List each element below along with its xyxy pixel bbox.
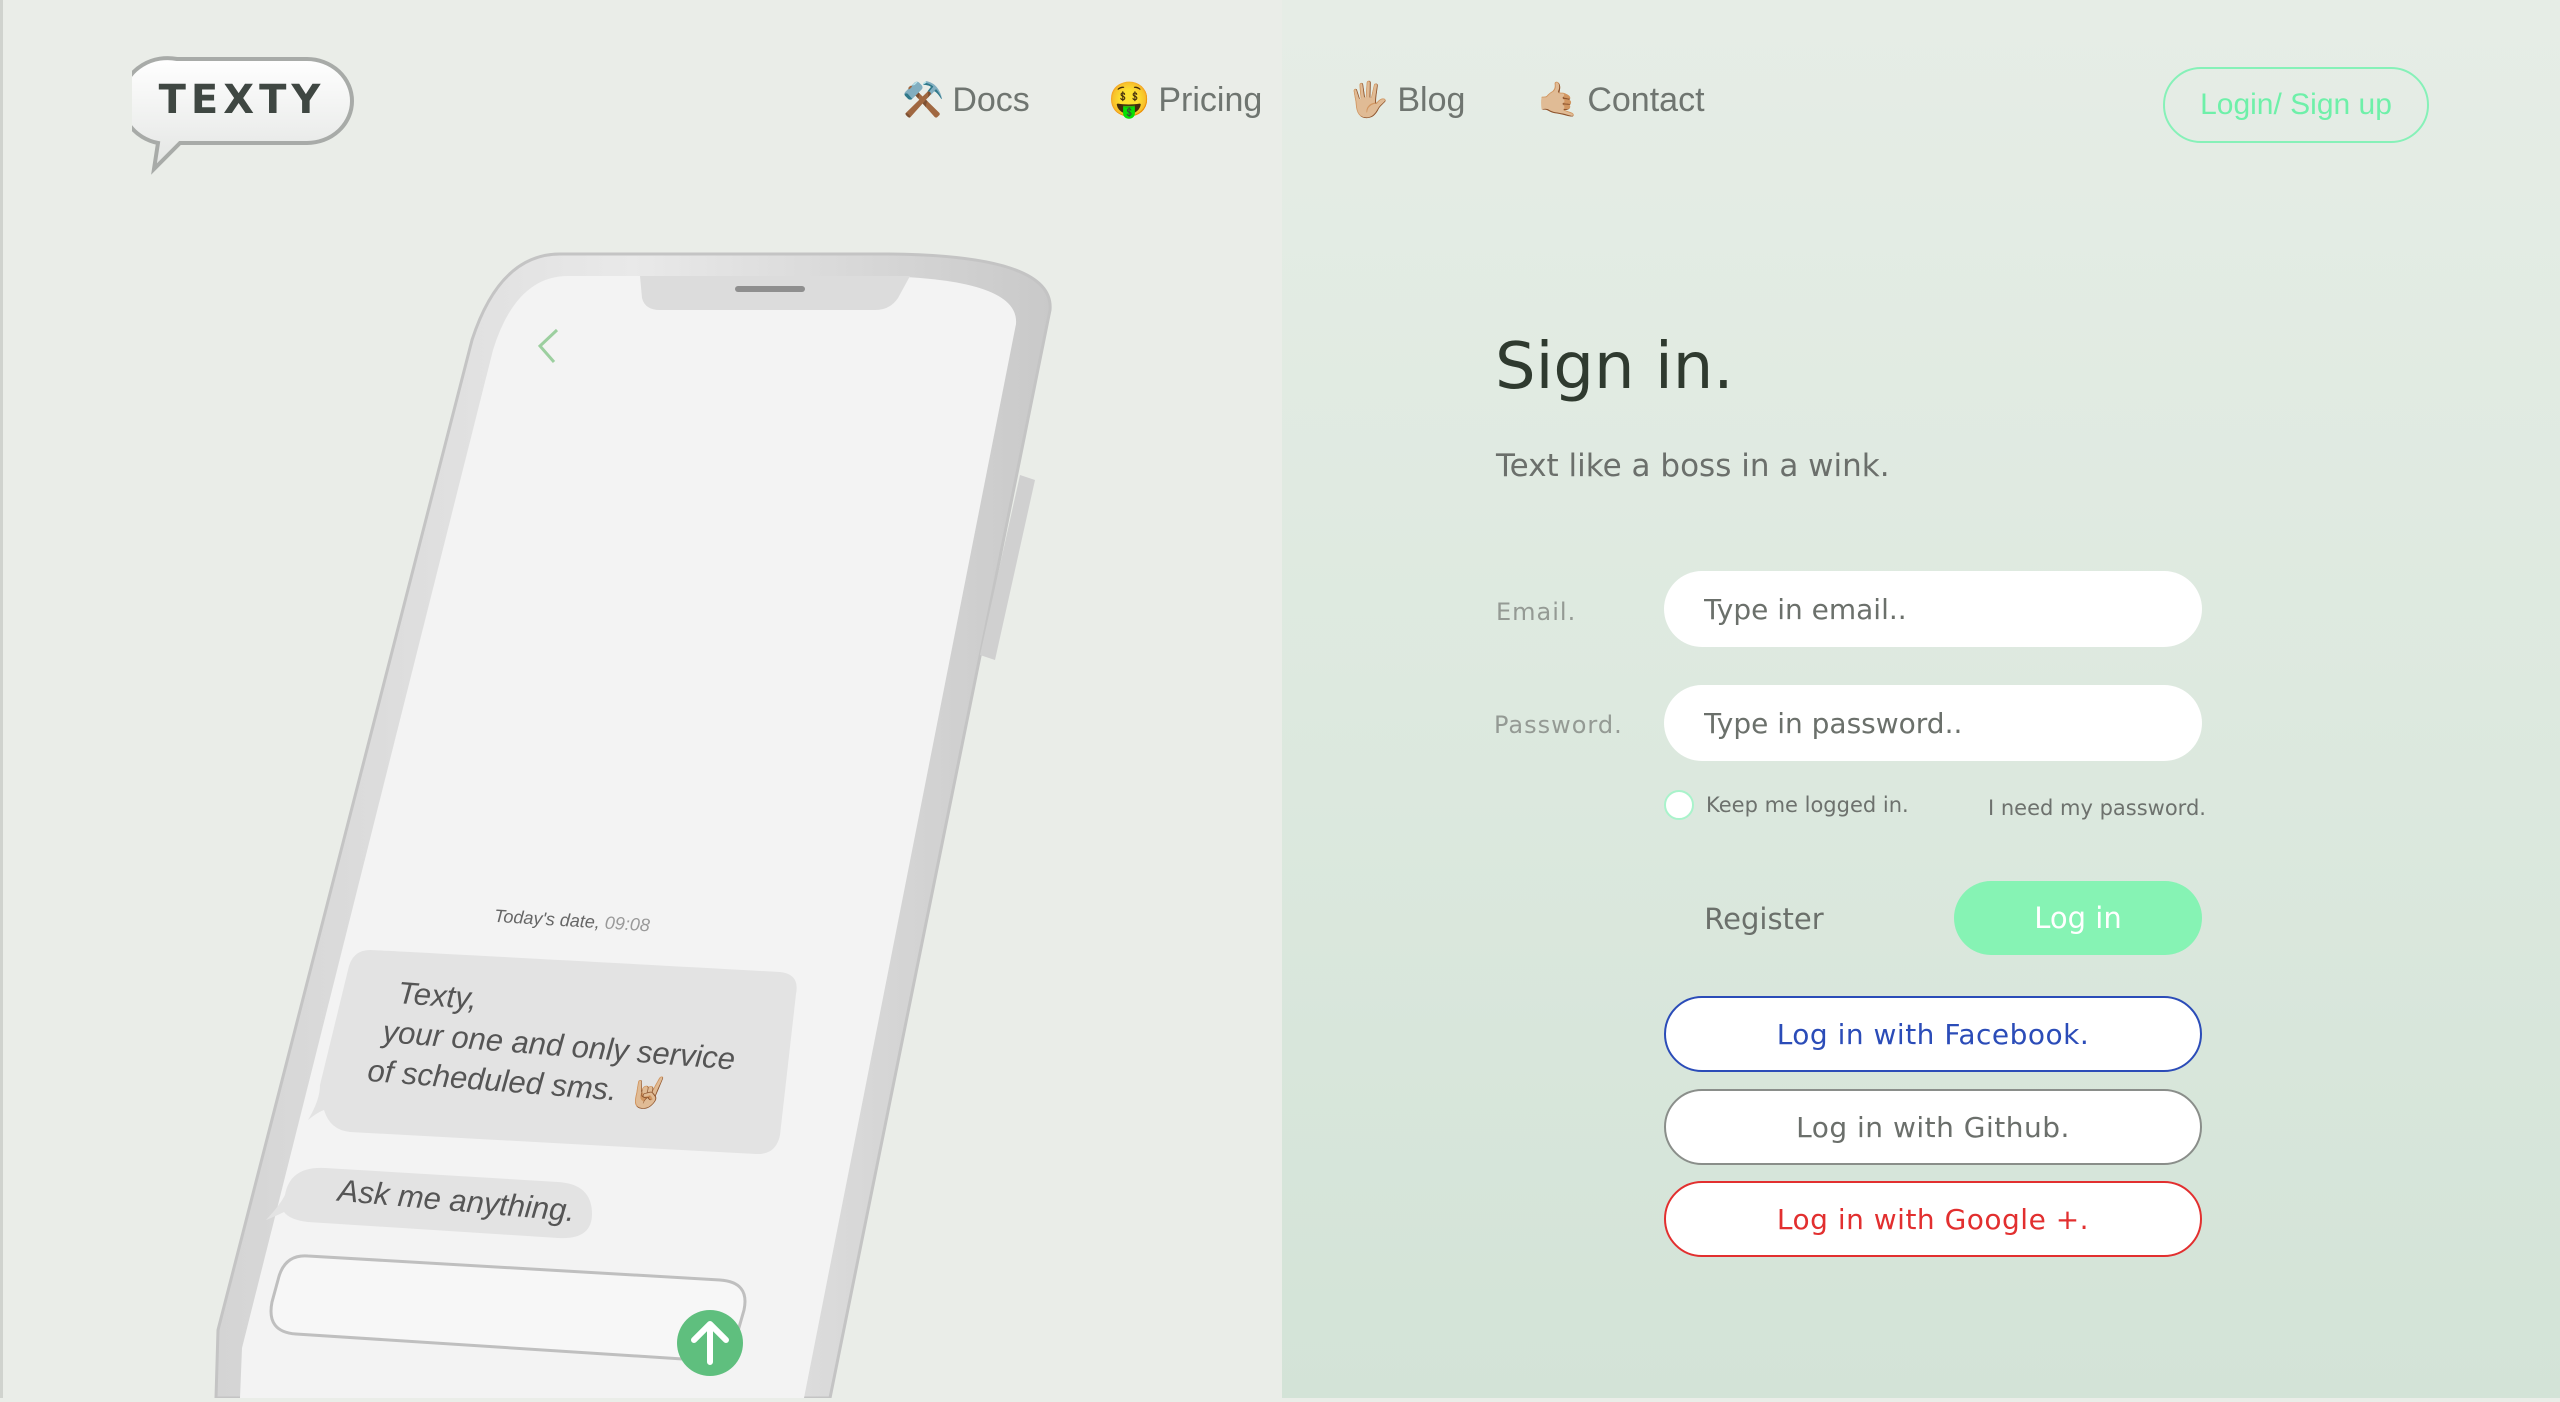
nav-item-label: Docs <box>952 80 1030 119</box>
signin-title: Sign in. <box>1495 330 1734 404</box>
nav-item-docs[interactable]: ⚒️ Docs <box>902 80 1030 120</box>
rock-on-hand-icon: 🤘🏼 <box>624 1071 666 1112</box>
forgot-password-link[interactable]: I need my password. <box>1988 796 2206 820</box>
nav-item-label: Contact <box>1587 80 1705 119</box>
message-1-line-1: Texty, <box>397 975 479 1016</box>
password-label: Password. <box>1494 711 1623 739</box>
window-edge <box>0 0 3 1398</box>
github-login-button[interactable]: Log in with Github. <box>1664 1089 2202 1165</box>
nav-item-contact[interactable]: 🤙🏼 Contact <box>1537 80 1705 120</box>
money-mouth-face-icon: 🤑 <box>1108 81 1151 119</box>
keep-logged-in-checkbox[interactable] <box>1664 790 1694 820</box>
email-label: Email. <box>1496 598 1577 626</box>
register-button[interactable]: Register <box>1664 881 1864 957</box>
password-field[interactable] <box>1664 685 2202 761</box>
email-field[interactable] <box>1664 571 2202 647</box>
keep-logged-in-row: Keep me logged in. <box>1664 790 1909 820</box>
nav-item-blog[interactable]: 🖐🏼 Blog <box>1347 80 1465 120</box>
login-button[interactable]: Log in <box>1954 881 2202 955</box>
phone-speaker <box>735 286 805 292</box>
nav-item-label: Blog <box>1397 80 1466 119</box>
logo-text: TEXTY <box>158 77 326 123</box>
login-signup-button[interactable]: Login/ Sign up <box>2163 67 2429 143</box>
phone-mockup: Today's date, 09:08 Texty, your one and … <box>214 252 1052 1400</box>
call-me-hand-icon: 🤙🏼 <box>1537 81 1580 119</box>
google-login-button[interactable]: Log in with Google +. <box>1664 1181 2202 1257</box>
nav-item-label: Pricing <box>1158 80 1263 119</box>
phone-illustration: Today's date, 09:08 Texty, your one and … <box>190 250 1090 1400</box>
nav-item-pricing[interactable]: 🤑 Pricing <box>1108 80 1262 120</box>
texty-logo[interactable]: TEXTY <box>132 55 362 175</box>
facebook-login-button[interactable]: Log in with Facebook. <box>1664 996 2202 1072</box>
keep-logged-in-label[interactable]: Keep me logged in. <box>1706 793 1909 817</box>
raised-hand-icon: 🖐🏼 <box>1347 81 1390 119</box>
hammer-and-pick-icon: ⚒️ <box>902 81 945 119</box>
signin-subtitle: Text like a boss in a wink. <box>1496 448 1890 484</box>
